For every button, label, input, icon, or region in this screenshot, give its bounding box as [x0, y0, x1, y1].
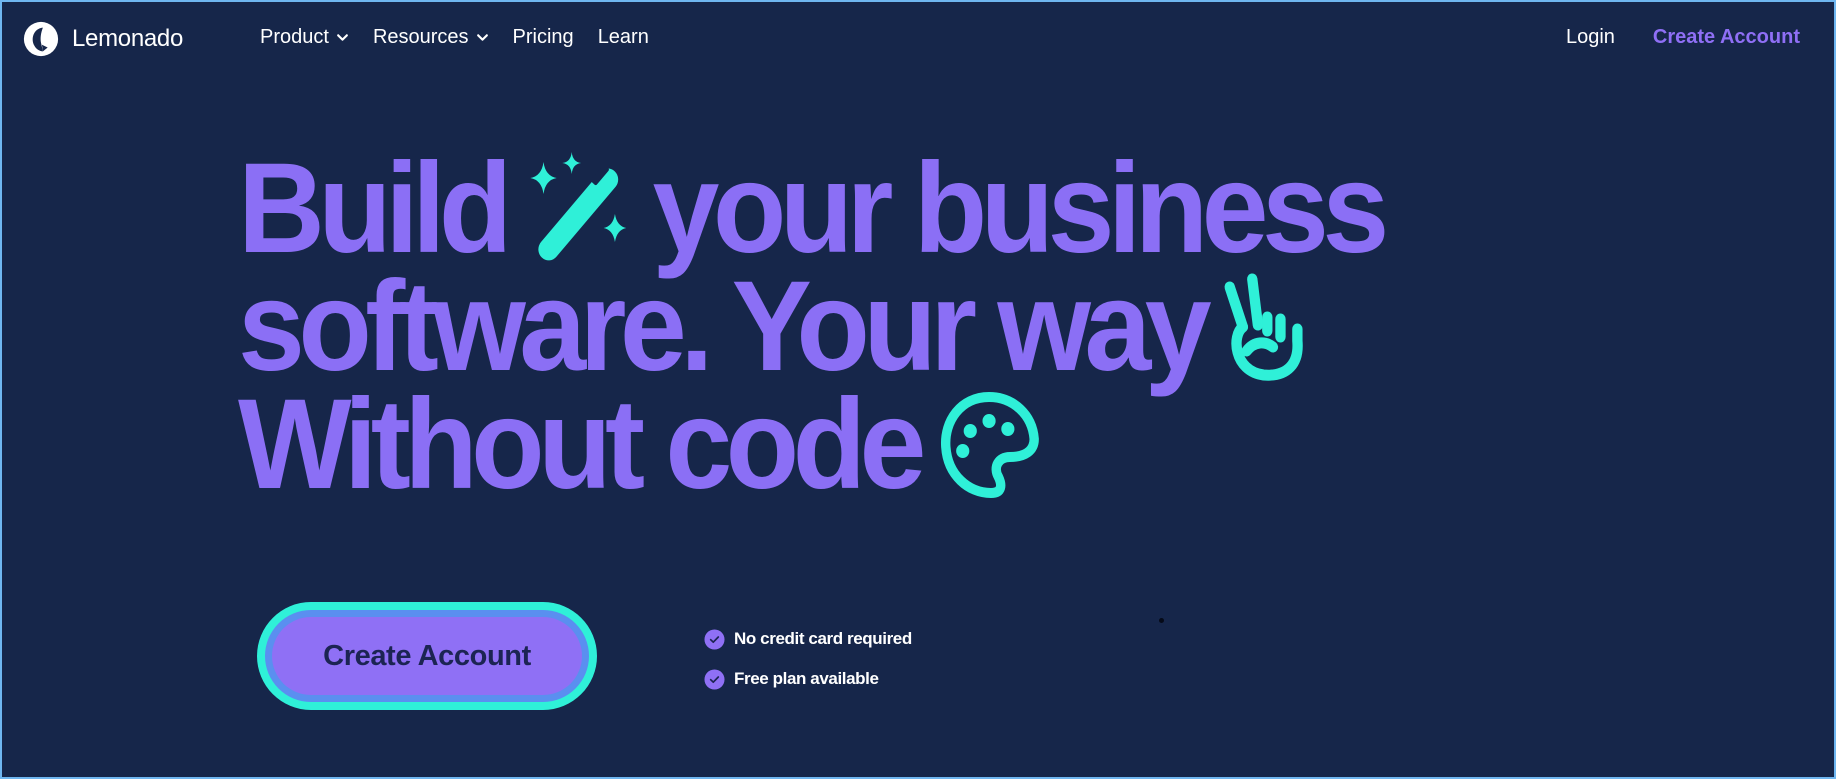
nav-create-account-link[interactable]: Create Account	[1653, 26, 1800, 49]
main-menu: Product Resources Pricing Learn	[260, 26, 673, 49]
page-frame: Lemonado Product Resources Pricing Learn…	[2, 2, 1834, 777]
nav-item-label: Resources	[372, 26, 469, 48]
nav-actions: Login Create Account	[1566, 26, 1800, 49]
lemonado-logo-icon	[23, 21, 59, 57]
headline-words: software. Your way	[238, 255, 1212, 398]
chevron-down-icon	[337, 34, 348, 41]
hero-headline: Build your business software. Your way W…	[238, 145, 1389, 509]
check-circle-icon	[704, 628, 725, 650]
benefit-item: No credit card required	[704, 628, 912, 650]
headline-words: your business	[652, 137, 1389, 280]
benefits-list: No credit card required Free plan availa…	[704, 628, 912, 708]
create-account-button[interactable]: Create Account	[257, 602, 597, 710]
headline-words: Without code	[238, 373, 926, 516]
headline-line-2: software. Your way	[238, 263, 1383, 391]
nav-item-pricing[interactable]: Pricing	[513, 26, 574, 49]
nav-item-label: Pricing	[512, 26, 574, 48]
nav-item-label: Product	[260, 26, 329, 48]
nav-item-learn[interactable]: Learn	[598, 26, 649, 49]
benefit-label: No credit card required	[734, 629, 912, 648]
headline-line-3: Without code	[238, 381, 1383, 509]
headline-line-1: Build your business	[238, 145, 1389, 273]
magic-wand-icon	[523, 150, 636, 268]
login-link[interactable]: Login	[1566, 26, 1615, 49]
cursor-dot	[1159, 618, 1164, 623]
benefit-item: Free plan available	[704, 668, 912, 690]
cta-ring: Create Account	[265, 610, 589, 702]
headline-word: Build	[238, 137, 512, 280]
brand-name: Lemonado	[72, 25, 184, 52]
brand-logo[interactable]: Lemonado	[22, 20, 183, 58]
chevron-down-icon	[476, 34, 488, 41]
benefit-label: Free plan available	[734, 669, 879, 688]
top-navigation: Lemonado Product Resources Pricing Learn…	[2, 2, 1834, 77]
cta-label: Create Account	[272, 617, 582, 695]
victory-hand-icon	[1222, 271, 1310, 383]
palette-icon	[937, 389, 1042, 501]
check-circle-icon	[704, 668, 725, 690]
nav-item-label: Learn	[597, 26, 649, 48]
nav-item-product[interactable]: Product	[260, 26, 349, 49]
nav-item-resources[interactable]: Resources	[373, 26, 489, 49]
